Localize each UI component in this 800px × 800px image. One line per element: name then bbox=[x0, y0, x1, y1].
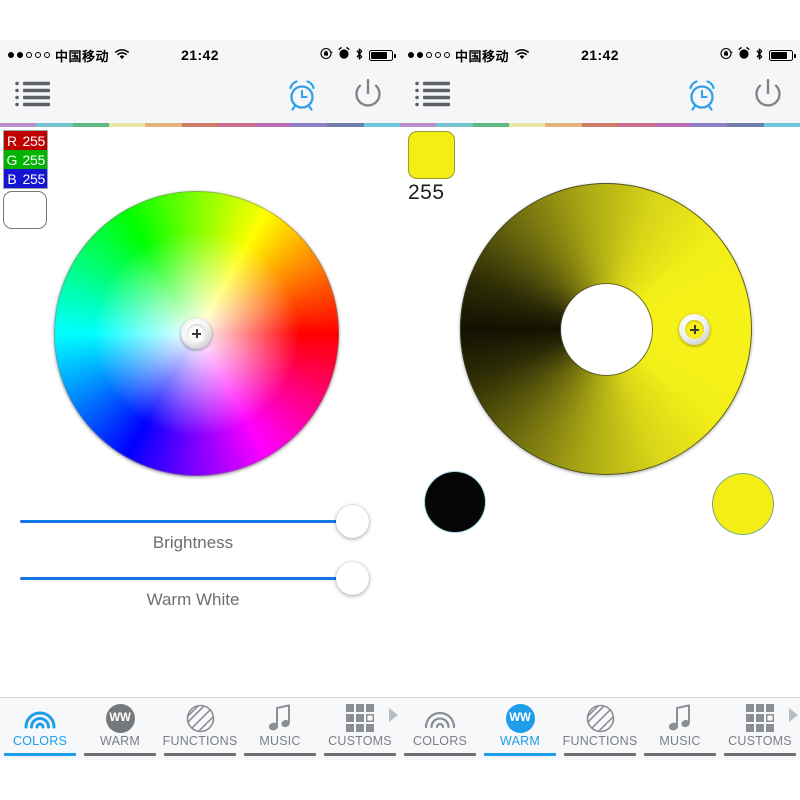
status-bar: 中国移动 21:42 bbox=[400, 40, 800, 70]
warm-white-value-swatch bbox=[408, 131, 455, 179]
alarm-icon bbox=[338, 47, 350, 63]
navigation-actions bbox=[684, 76, 786, 117]
navigation-bar bbox=[400, 70, 800, 123]
striped-ball-icon bbox=[186, 703, 215, 733]
tab-label: FUNCTIONS bbox=[162, 734, 238, 748]
warm-white-value-label: 255 bbox=[408, 181, 445, 204]
left-tab-bar: COLORS WW WARM FUNCTIONS MUSIC CUSTOMS bbox=[0, 697, 400, 760]
rgb-channel-label: R bbox=[6, 132, 18, 149]
ww-icon: WW bbox=[105, 703, 135, 733]
rgb-channel-value: 255 bbox=[22, 170, 46, 187]
tab-colors[interactable]: COLORS bbox=[400, 698, 480, 760]
tab-underline bbox=[644, 753, 716, 756]
tab-underline bbox=[564, 753, 636, 756]
rainbow-icon bbox=[423, 703, 457, 733]
tab-label: MUSIC bbox=[659, 734, 701, 748]
rgb-row-blue: B 255 bbox=[4, 169, 47, 188]
bluetooth-icon bbox=[355, 47, 364, 64]
right-tab-bar: COLORS WW WARM FUNCTIONS MUSIC CUSTOMS bbox=[400, 697, 800, 760]
color-wheel-selector-knob[interactable] bbox=[181, 318, 212, 349]
left-phone-screenshot: 中国移动 21:42 R 255 G 255 B 255 Brightness … bbox=[0, 40, 400, 760]
left-screen-body: R 255 G 255 B 255 Brightness Warm White bbox=[0, 127, 400, 697]
tab-underline bbox=[404, 753, 476, 756]
tab-underline bbox=[4, 753, 76, 756]
tab-label: FUNCTIONS bbox=[562, 734, 638, 748]
list-menu-icon[interactable] bbox=[14, 79, 52, 114]
status-bar-right bbox=[320, 47, 396, 64]
crosshair-icon bbox=[690, 325, 699, 334]
tab-underline bbox=[484, 753, 556, 756]
tab-customs[interactable]: CUSTOMS bbox=[320, 698, 400, 760]
tab-underline bbox=[324, 753, 396, 756]
battery-icon bbox=[769, 49, 796, 61]
rgb-channel-label: G bbox=[6, 151, 18, 168]
rgb-readout: R 255 G 255 B 255 bbox=[3, 130, 48, 189]
music-note-icon bbox=[667, 703, 693, 733]
list-menu-icon[interactable] bbox=[414, 79, 452, 114]
tab-underline bbox=[724, 753, 796, 756]
alarm-clock-icon[interactable] bbox=[284, 76, 320, 117]
tab-label: WARM bbox=[100, 734, 140, 748]
tab-label: COLORS bbox=[413, 734, 467, 748]
rotation-lock-icon bbox=[320, 47, 333, 63]
crosshair-icon bbox=[192, 329, 201, 338]
color-wheel[interactable] bbox=[54, 191, 339, 476]
rgb-row-green: G 255 bbox=[4, 150, 47, 169]
status-bar-right bbox=[720, 47, 796, 64]
warm-white-brightness-wheel[interactable] bbox=[460, 183, 752, 475]
tab-underline bbox=[164, 753, 236, 756]
rainbow-icon bbox=[23, 703, 57, 733]
grid-icon bbox=[746, 703, 774, 733]
alarm-icon bbox=[738, 47, 750, 63]
power-icon[interactable] bbox=[350, 76, 386, 117]
rotation-lock-icon bbox=[720, 47, 733, 63]
next-page-arrow-icon[interactable] bbox=[789, 708, 798, 722]
brightness-wheel-center-hole bbox=[560, 283, 652, 375]
brightness-slider-label: Brightness bbox=[152, 533, 234, 552]
status-bar: 中国移动 21:42 bbox=[0, 40, 400, 70]
warm-white-slider[interactable]: Warm White bbox=[8, 562, 378, 610]
selected-color-swatch bbox=[3, 191, 47, 229]
screenshot-root: 中国移动 21:42 R 255 G 255 B 255 Brightness … bbox=[0, 0, 800, 800]
maximum-swatch[interactable] bbox=[713, 474, 773, 534]
battery-icon bbox=[369, 49, 396, 61]
tab-colors[interactable]: COLORS bbox=[0, 698, 80, 760]
tab-warm[interactable]: WW WARM bbox=[80, 698, 160, 760]
music-note-icon bbox=[267, 703, 293, 733]
tab-underline bbox=[244, 753, 316, 756]
navigation-bar bbox=[0, 70, 400, 123]
brightness-wheel-selector-knob[interactable] bbox=[679, 314, 710, 345]
next-page-arrow-icon[interactable] bbox=[389, 708, 398, 722]
tab-label: CUSTOMS bbox=[328, 734, 392, 748]
tab-music[interactable]: MUSIC bbox=[640, 698, 720, 760]
tab-functions[interactable]: FUNCTIONS bbox=[560, 698, 640, 760]
rgb-channel-value: 255 bbox=[22, 151, 46, 168]
striped-ball-icon bbox=[586, 703, 615, 733]
ww-icon: WW bbox=[505, 703, 535, 733]
right-screen-body: 255 bbox=[400, 127, 800, 697]
tab-functions[interactable]: FUNCTIONS bbox=[160, 698, 240, 760]
tab-underline bbox=[84, 753, 156, 756]
tab-label: CUSTOMS bbox=[728, 734, 792, 748]
rgb-channel-label: B bbox=[7, 170, 17, 187]
warm-white-slider-track[interactable] bbox=[20, 577, 342, 580]
navigation-actions bbox=[284, 76, 386, 117]
brightness-slider-track[interactable] bbox=[20, 520, 342, 523]
minimum-swatch[interactable] bbox=[425, 472, 485, 532]
alarm-clock-icon[interactable] bbox=[684, 76, 720, 117]
tab-warm[interactable]: WW WARM bbox=[480, 698, 560, 760]
tab-customs[interactable]: CUSTOMS bbox=[720, 698, 800, 760]
power-icon[interactable] bbox=[750, 76, 786, 117]
bluetooth-icon bbox=[755, 47, 764, 64]
grid-icon bbox=[346, 703, 374, 733]
rgb-row-red: R 255 bbox=[4, 131, 47, 150]
tab-label: WARM bbox=[500, 734, 540, 748]
tab-label: MUSIC bbox=[259, 734, 301, 748]
warm-white-slider-label: Warm White bbox=[146, 590, 240, 609]
tab-label: COLORS bbox=[13, 734, 67, 748]
right-phone-screenshot: 中国移动 21:42 255 COLORS WW WARM FUNCTIONS … bbox=[400, 40, 800, 760]
brightness-slider[interactable]: Brightness bbox=[8, 505, 378, 553]
rgb-channel-value: 255 bbox=[22, 132, 46, 149]
tab-music[interactable]: MUSIC bbox=[240, 698, 320, 760]
